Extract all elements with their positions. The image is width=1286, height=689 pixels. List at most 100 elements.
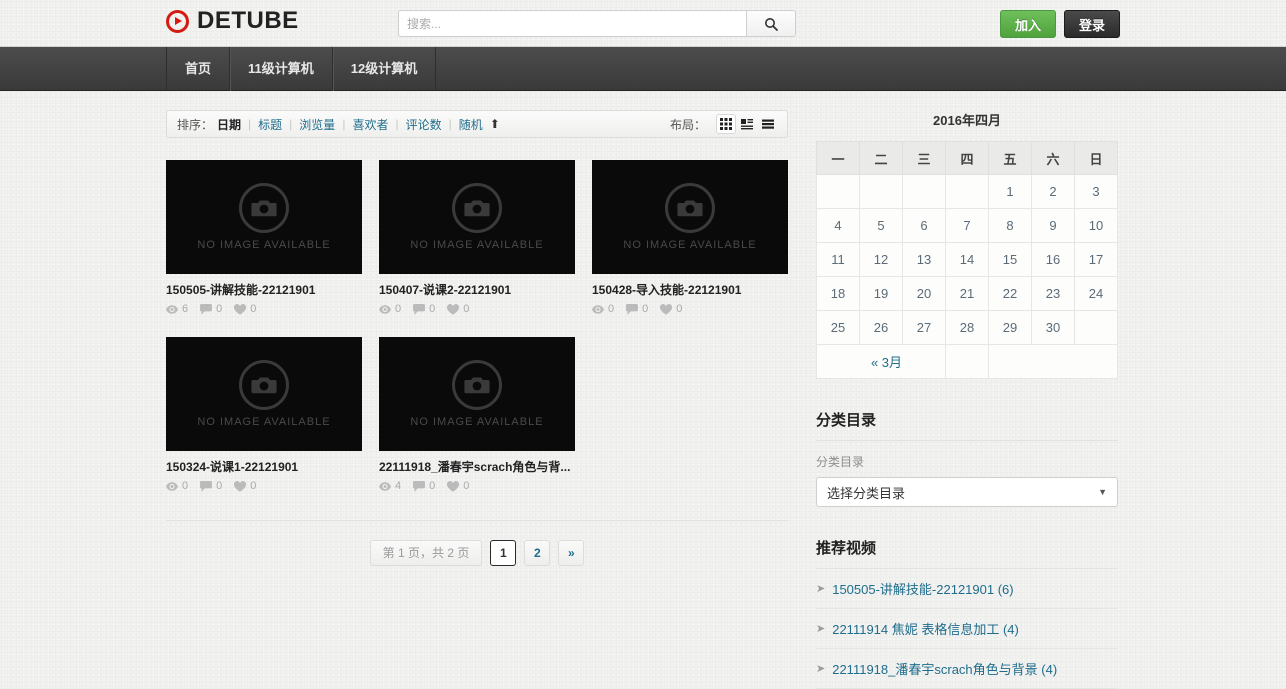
sidebar: 2016年四月 一 二 三 四 五 六 日 1 2 3 4 5 6 7 8 9 … (816, 110, 1118, 689)
calendar-day: 5 (859, 208, 903, 243)
video-thumbnail[interactable]: NO IMAGE AVAILABLE (592, 160, 788, 274)
calendar-day: 1 (988, 174, 1032, 209)
calendar-weekday-thu: 四 (945, 141, 989, 175)
calendar-prev-month[interactable]: « 3月 (816, 344, 946, 379)
calendar-day: 23 (1031, 276, 1075, 311)
recommended-item-label: 150505-讲解技能-22121901 (6) (832, 582, 1014, 597)
calendar-day (945, 174, 989, 209)
list-thumb-layout-icon[interactable] (738, 115, 756, 133)
search-button[interactable] (746, 10, 796, 37)
nav-item-grade12[interactable]: 12级计算机 (333, 47, 437, 91)
calendar-day: 27 (902, 310, 946, 345)
comment-count-value: 0 (216, 303, 223, 315)
calendar-day: 7 (945, 208, 989, 243)
calendar-day: 16 (1031, 242, 1075, 277)
comment-icon (200, 303, 213, 315)
nav-item-home[interactable]: 首页 (166, 47, 231, 91)
login-button[interactable]: 登录 (1063, 10, 1120, 38)
video-title[interactable]: 150407-说课2-22121901 (379, 283, 575, 297)
heart-icon (447, 303, 460, 315)
no-image-label: NO IMAGE AVAILABLE (197, 239, 331, 251)
calendar-week-row: 18 19 20 21 22 23 24 (816, 276, 1118, 311)
comment-count-value: 0 (216, 480, 223, 492)
calendar-nav-row: « 3月 (816, 344, 1118, 379)
calendar-day: 9 (1031, 208, 1075, 243)
sort-option-likes[interactable]: 喜欢者 (352, 116, 388, 133)
sort-option-views[interactable]: 浏览量 (299, 116, 335, 133)
video-card: NO IMAGE AVAILABLE 150407-说课2-22121901 0… (379, 160, 575, 315)
recommended-widget: 推荐视频 ➤ 150505-讲解技能-22121901 (6) ➤ 221119… (816, 537, 1118, 689)
video-thumbnail[interactable]: NO IMAGE AVAILABLE (166, 337, 362, 451)
sort-options: 日期 | 标题 | 浏览量 | 喜欢者 | 评论数 | 随机 (217, 116, 483, 133)
like-count: 0 (660, 303, 682, 315)
calendar-nav-spacer (945, 344, 989, 379)
layout-label: 布局： (669, 117, 706, 132)
video-title[interactable]: 22111918_潘春宇scrach角色与背... (379, 460, 575, 474)
sort-option-title[interactable]: 标题 (258, 116, 282, 133)
site-logo[interactable]: DETUBE (166, 9, 299, 33)
recommended-item-label: 22111918_潘春宇scrach角色与背景 (4) (832, 662, 1058, 677)
eye-icon (379, 481, 391, 491)
join-button[interactable]: 加入 (999, 10, 1056, 38)
calendar-day: 19 (859, 276, 903, 311)
list-layout-icon[interactable] (759, 115, 777, 133)
list-item[interactable]: ➤ 22111918_潘春宇scrach角色与背景 (4) (816, 649, 1118, 689)
pagination: 第 1 页，共 2 页 1 2 » (166, 540, 788, 566)
eye-icon (166, 481, 178, 491)
arrow-up-icon[interactable]: ⬆ (490, 117, 500, 131)
calendar-weekday-sun: 日 (1074, 141, 1118, 175)
video-thumbnail[interactable]: NO IMAGE AVAILABLE (379, 337, 575, 451)
video-title[interactable]: 150324-说课1-22121901 (166, 460, 362, 474)
video-meta: 0 0 0 (166, 480, 362, 492)
calendar-day: 20 (902, 276, 946, 311)
camera-icon (452, 360, 502, 410)
list-item[interactable]: ➤ 22111914 焦妮 表格信息加工 (4) (816, 609, 1118, 649)
categories-field-label: 分类目录 (816, 455, 865, 469)
view-count-value: 4 (395, 480, 402, 492)
sort-option-comments[interactable]: 评论数 (406, 116, 442, 133)
list-item[interactable]: ➤ 150505-讲解技能-22121901 (6) (816, 569, 1118, 609)
video-thumbnail[interactable]: NO IMAGE AVAILABLE (166, 160, 362, 274)
comment-count-value: 0 (429, 480, 436, 492)
comment-count-value: 0 (429, 303, 436, 315)
pagination-page-1[interactable]: 1 (490, 540, 517, 566)
view-count: 6 (166, 303, 188, 315)
nav-item-grade11[interactable]: 11级计算机 (230, 47, 333, 91)
categories-select[interactable]: 选择分类目录 ▼ (816, 477, 1118, 507)
layout-switcher: 布局： (670, 111, 777, 137)
search-input[interactable] (398, 10, 746, 37)
camera-icon (452, 183, 502, 233)
sort-option-date[interactable]: 日期 (217, 116, 241, 133)
pagination-page-2[interactable]: 2 (524, 540, 551, 566)
search-icon (765, 17, 778, 31)
sort-separator: | (289, 117, 293, 131)
calendar-day: 6 (902, 208, 946, 243)
video-meta: 0 0 0 (592, 303, 788, 315)
comment-count: 0 (413, 303, 435, 315)
video-title[interactable]: 150428-导入技能-22121901 (592, 283, 788, 297)
comment-count: 0 (626, 303, 648, 315)
calendar-day: 3 (1074, 174, 1118, 209)
sort-separator: | (395, 117, 399, 131)
video-thumbnail[interactable]: NO IMAGE AVAILABLE (379, 160, 575, 274)
calendar-day: 4 (816, 208, 860, 243)
calendar-week-row: 25 26 27 28 29 30 (816, 310, 1118, 345)
pagination-next[interactable]: » (558, 540, 585, 566)
view-count: 0 (166, 480, 188, 492)
chevron-down-icon: ▼ (1098, 487, 1107, 497)
like-count-value: 0 (676, 303, 683, 315)
like-count: 0 (234, 303, 256, 315)
calendar-day: 30 (1031, 310, 1075, 345)
comment-count: 0 (200, 480, 222, 492)
calendar-day (859, 174, 903, 209)
view-count: 0 (592, 303, 614, 315)
search-form (398, 10, 796, 37)
pagination-info: 第 1 页，共 2 页 (369, 540, 483, 566)
video-title[interactable]: 150505-讲解技能-22121901 (166, 283, 362, 297)
view-count: 0 (379, 303, 401, 315)
camera-icon (239, 183, 289, 233)
sort-option-random[interactable]: 随机 (459, 116, 483, 133)
calendar-prev-month-link[interactable]: « 3月 (871, 355, 902, 370)
grid-layout-icon[interactable] (717, 115, 735, 133)
calendar-week-row: 4 5 6 7 8 9 10 (816, 208, 1118, 243)
